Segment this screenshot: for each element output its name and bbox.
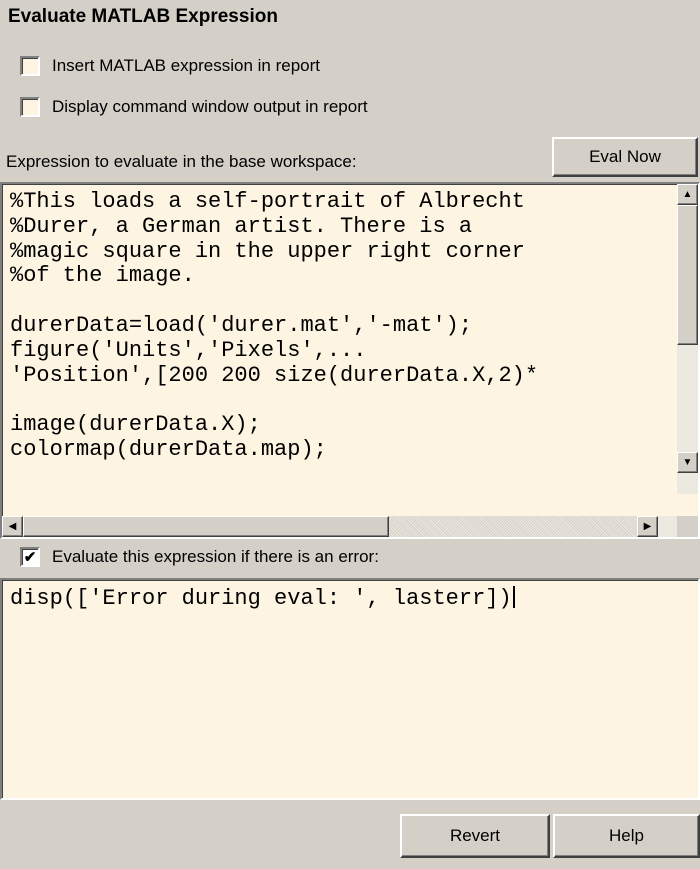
display-output-label: Display command window output in report <box>52 97 368 116</box>
expression-line: durerData=load('durer.mat','-mat'); <box>10 312 473 338</box>
vertical-scroll-thumb[interactable] <box>677 205 698 345</box>
evaluate-expression-panel: Evaluate MATLAB Expression Insert MATLAB… <box>0 0 700 869</box>
error-expression-label: Evaluate this expression if there is an … <box>52 547 379 566</box>
expression-line: %This loads a self-portrait of Albrecht <box>10 189 525 214</box>
horizontal-scrollbar[interactable]: ◀ ▶ <box>2 516 679 537</box>
scroll-down-icon[interactable]: ▼ <box>677 452 698 473</box>
scroll-up-icon[interactable]: ▲ <box>677 184 698 205</box>
expression-line <box>10 289 698 314</box>
error-expression-checkbox[interactable]: ✔ <box>20 547 40 567</box>
expression-editor[interactable]: %This loads a self-portrait of Albrecht%… <box>0 182 700 539</box>
eval-now-button[interactable]: Eval Now <box>552 137 698 177</box>
expression-line <box>10 388 698 413</box>
expression-line: %Durer, a German artist. There is a <box>10 213 473 239</box>
scroll-right-icon[interactable]: ▶ <box>637 516 658 537</box>
display-output-checkbox[interactable] <box>20 97 40 117</box>
expression-line: %magic square in the upper right corner <box>10 238 525 264</box>
help-button[interactable]: Help <box>553 814 700 858</box>
expression-line: %of the image. <box>10 263 195 289</box>
expression-line: image(durerData.X); <box>10 412 261 438</box>
error-expression-option[interactable]: ✔ Evaluate this expression if there is a… <box>20 545 379 569</box>
revert-button[interactable]: Revert <box>400 814 550 858</box>
expression-code[interactable]: %This loads a self-portrait of Albrecht%… <box>2 184 698 463</box>
scrollbar-corner <box>677 516 698 537</box>
scroll-left-icon[interactable]: ◀ <box>2 516 23 537</box>
vertical-scrollbar[interactable]: ▲ ▼ <box>677 184 698 494</box>
insert-expression-label: Insert MATLAB expression in report <box>52 56 321 75</box>
error-expression-editor[interactable]: disp(['Error during eval: ', lasterr]) <box>0 578 700 800</box>
text-caret <box>512 586 515 608</box>
panel-title: Evaluate MATLAB Expression <box>8 6 278 27</box>
expression-label: Expression to evaluate in the base works… <box>6 152 357 171</box>
horizontal-scroll-track[interactable] <box>389 516 637 537</box>
expression-line: colormap(durerData.map); <box>10 436 327 462</box>
horizontal-scroll-thumb[interactable] <box>23 516 389 537</box>
error-expression-text: disp(['Error during eval: ', lasterr]) <box>10 586 512 611</box>
display-output-option[interactable]: Display command window output in report <box>20 95 368 119</box>
error-expression-code[interactable]: disp(['Error during eval: ', lasterr]) <box>2 580 698 612</box>
insert-expression-option[interactable]: Insert MATLAB expression in report <box>20 54 320 78</box>
insert-expression-checkbox[interactable] <box>20 56 40 76</box>
expression-line: 'Position',[200 200 size(durerData.X,2)* <box>10 362 539 388</box>
expression-line: figure('Units','Pixels',... <box>10 337 367 363</box>
